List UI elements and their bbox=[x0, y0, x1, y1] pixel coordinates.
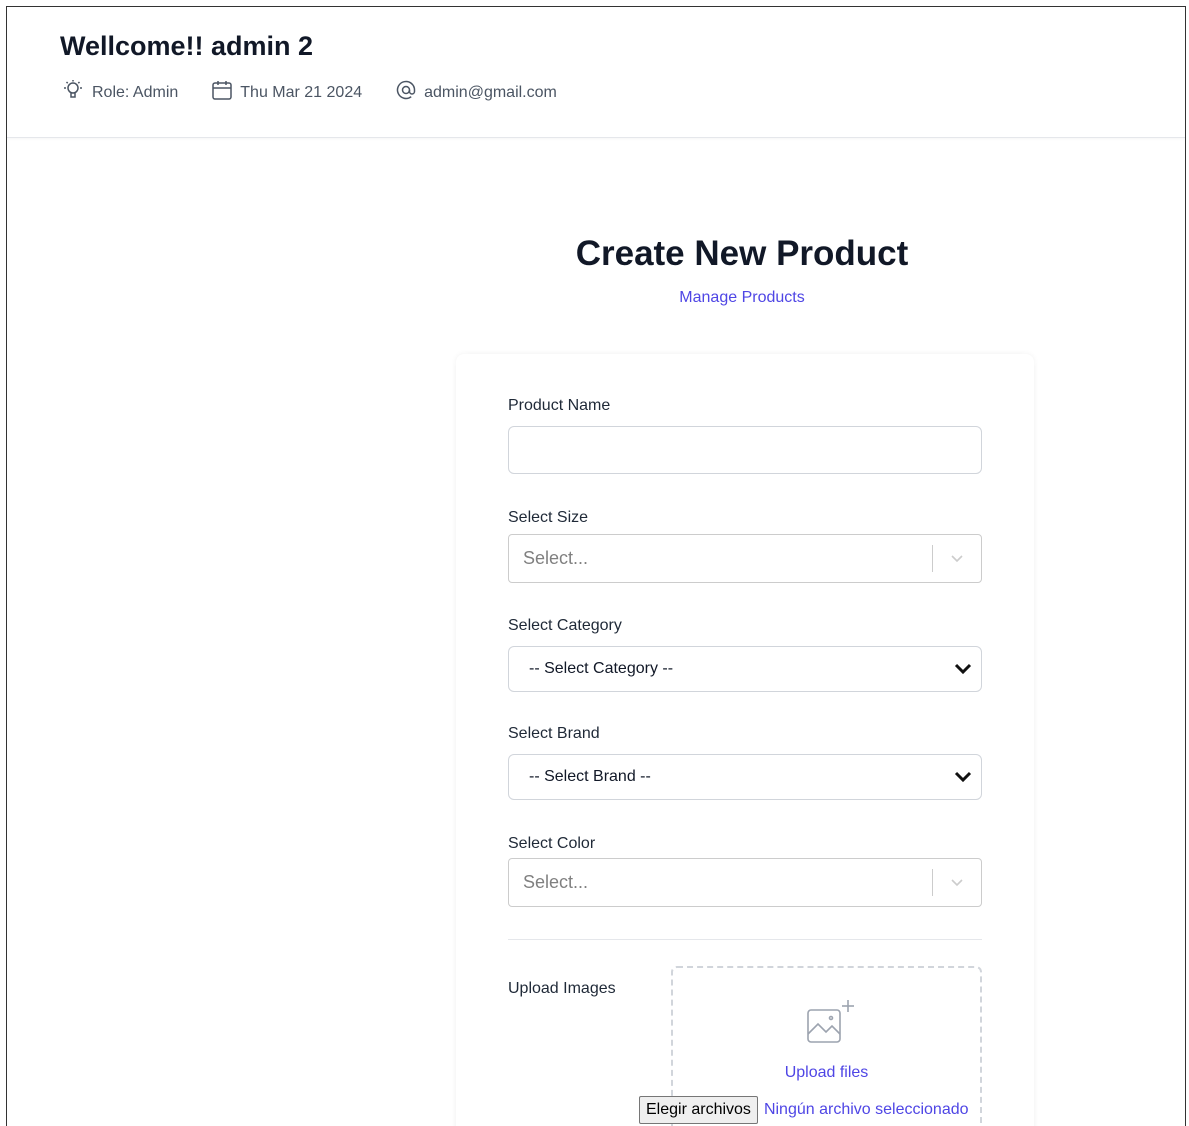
indicator-separator bbox=[932, 869, 933, 896]
brand-select[interactable]: -- Select Brand -- bbox=[508, 754, 982, 800]
upload-files-link[interactable]: Upload files bbox=[673, 1064, 980, 1082]
brand-value: -- Select Brand -- bbox=[529, 768, 651, 785]
file-input[interactable]: Elegir archivos Ningún archivo seleccion… bbox=[639, 1096, 969, 1124]
email-info: admin@gmail.com bbox=[394, 79, 557, 106]
role-info: Role: Admin bbox=[60, 79, 178, 106]
product-form-card: Product Name Select Size Select... Selec… bbox=[456, 354, 1034, 1126]
file-status-text: Ningún archivo seleccionado bbox=[763, 1101, 969, 1118]
upload-images-label: Upload Images bbox=[508, 980, 616, 997]
product-name-label: Product Name bbox=[508, 397, 611, 414]
app-window: Wellcome!! admin 2 Role: Admin Thu Mar 2… bbox=[6, 6, 1186, 1126]
color-label: Select Color bbox=[508, 835, 596, 852]
manage-link-wrap: Manage Products bbox=[7, 289, 1185, 307]
welcome-title: Wellcome!! admin 2 bbox=[60, 31, 314, 61]
section-divider bbox=[508, 939, 982, 940]
size-label: Select Size bbox=[508, 509, 589, 526]
role-text: Role: Admin bbox=[92, 83, 179, 101]
page-title: Create New Product bbox=[575, 234, 909, 273]
chevron-down-icon[interactable] bbox=[950, 875, 964, 894]
page-title-wrap: Create New Product bbox=[7, 234, 1185, 274]
size-select[interactable]: Select... bbox=[508, 534, 982, 583]
category-value: -- Select Category -- bbox=[529, 660, 674, 677]
product-name-input[interactable] bbox=[508, 426, 982, 474]
chevron-down-icon[interactable] bbox=[950, 551, 964, 570]
category-label: Select Category bbox=[508, 617, 622, 634]
indicator-separator bbox=[932, 545, 933, 572]
image-plus-icon bbox=[804, 998, 858, 1053]
chevron-down-icon bbox=[954, 661, 972, 682]
email-text: admin@gmail.com bbox=[424, 83, 557, 101]
category-select[interactable]: -- Select Category -- bbox=[508, 646, 982, 692]
date-text: Thu Mar 21 2024 bbox=[240, 83, 363, 101]
date-info: Thu Mar 21 2024 bbox=[210, 79, 362, 106]
chevron-down-icon bbox=[954, 769, 972, 790]
top-header: Wellcome!! admin 2 Role: Admin Thu Mar 2… bbox=[7, 7, 1185, 138]
size-placeholder: Select... bbox=[523, 548, 589, 568]
brand-label: Select Brand bbox=[508, 725, 600, 742]
color-select[interactable]: Select... bbox=[508, 858, 982, 907]
at-sign-icon bbox=[394, 79, 424, 106]
color-placeholder: Select... bbox=[523, 872, 589, 892]
user-meta-row: Role: Admin Thu Mar 21 2024 admin@gmail.… bbox=[60, 79, 589, 106]
manage-products-link[interactable]: Manage Products bbox=[679, 289, 804, 306]
lightbulb-icon bbox=[60, 79, 92, 106]
choose-files-button[interactable]: Elegir archivos bbox=[639, 1096, 758, 1124]
calendar-icon bbox=[210, 79, 240, 106]
